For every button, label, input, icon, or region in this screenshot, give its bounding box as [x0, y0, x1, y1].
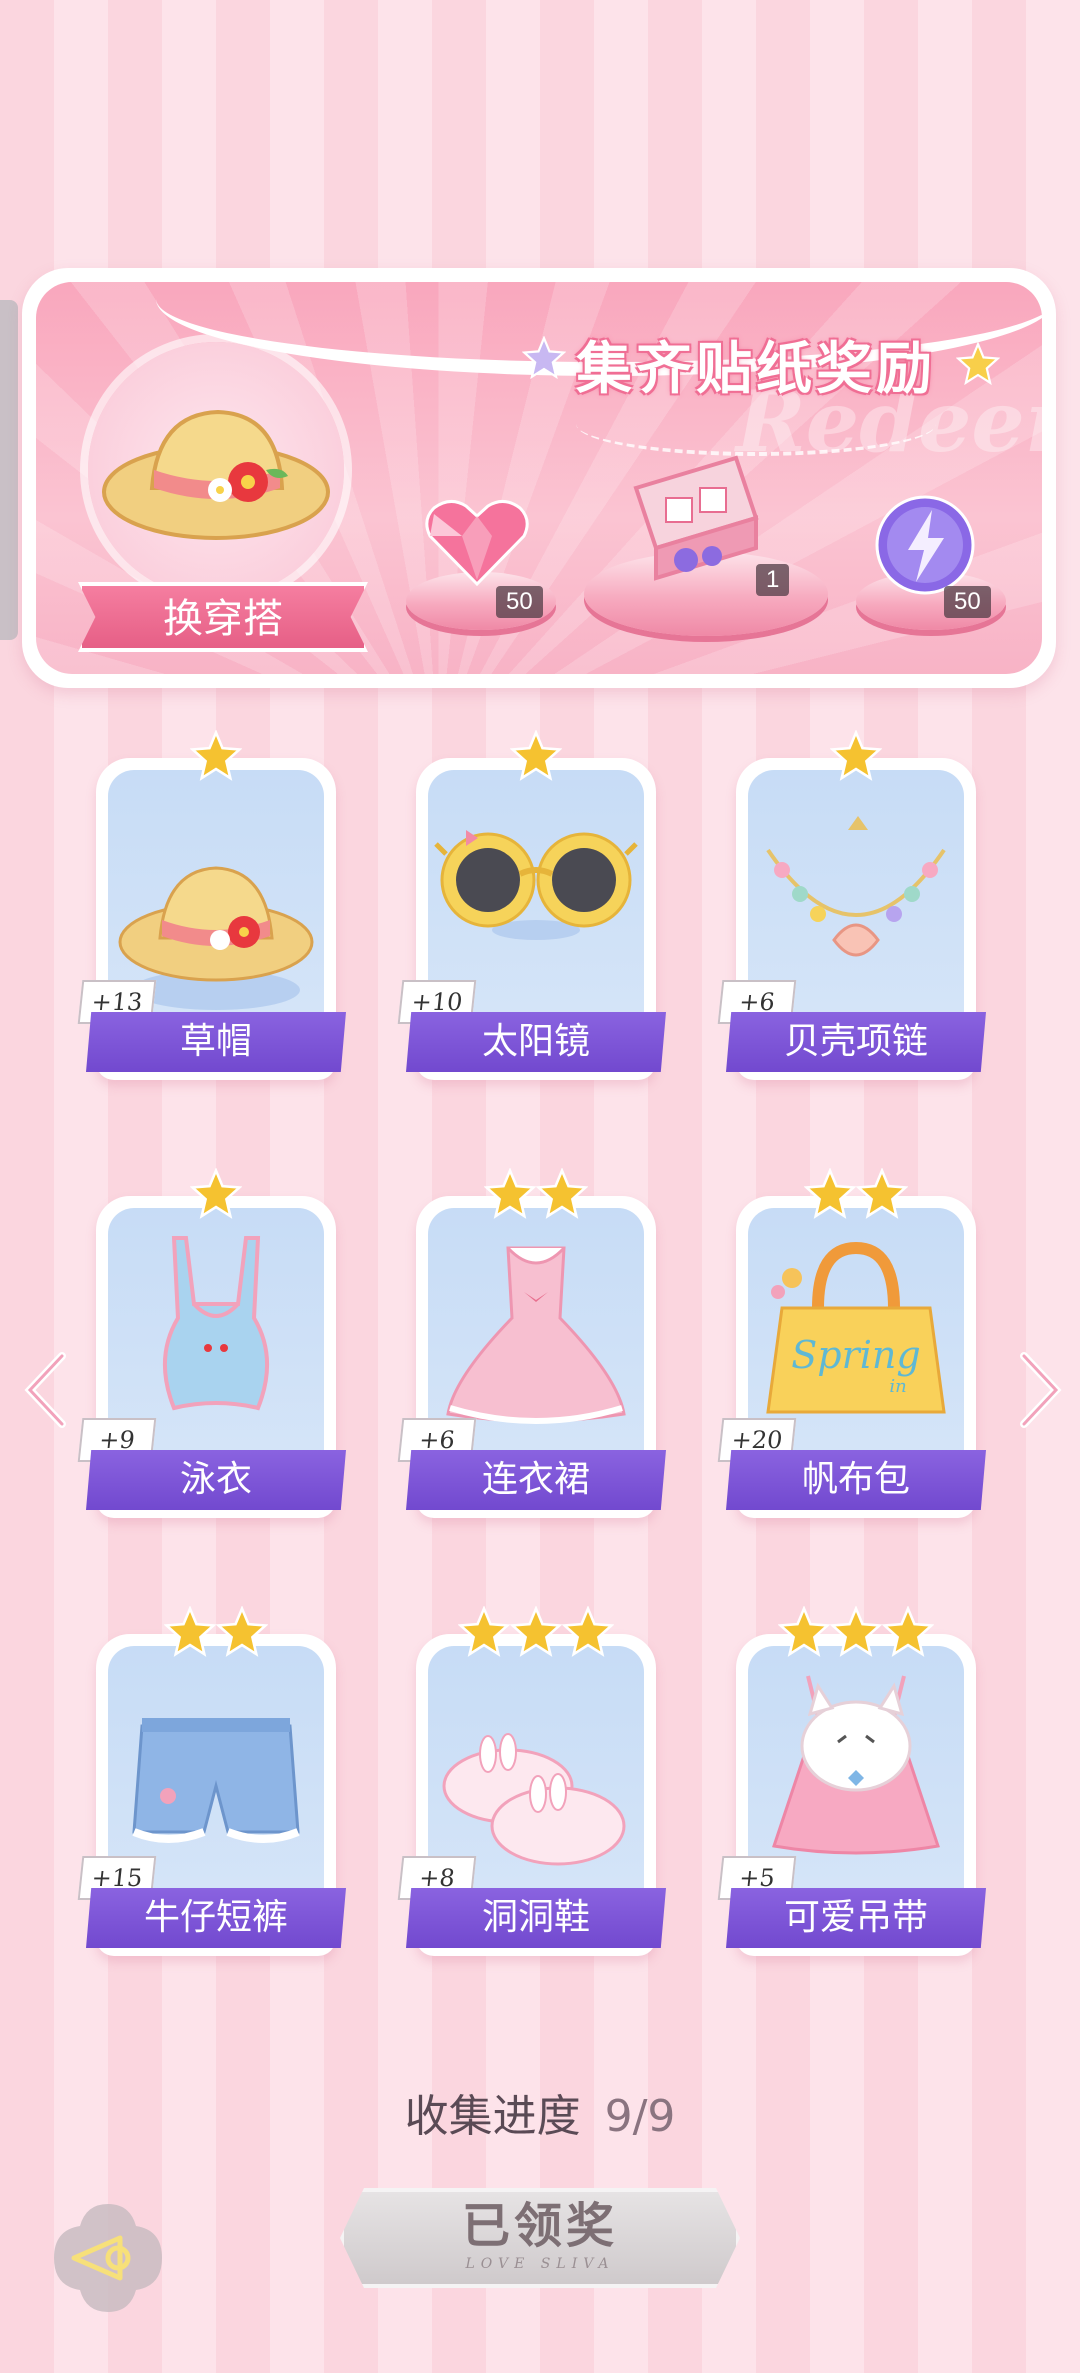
- gold-star-icon: [536, 1168, 588, 1219]
- claim-button-label: 已领奖: [461, 2198, 618, 2254]
- star-rating: [406, 1168, 666, 1224]
- pink-heart-gem-icon[interactable]: [422, 492, 532, 592]
- gold-star-icon: [778, 1606, 830, 1657]
- star-rating: [726, 1168, 986, 1224]
- outfit-preview[interactable]: [88, 342, 344, 598]
- item-name: 泳衣: [86, 1450, 346, 1510]
- star-rating: [86, 1606, 346, 1662]
- gold-star-icon: [190, 730, 242, 781]
- star-rating: [86, 1168, 346, 1224]
- progress-value: 9/9: [604, 2091, 676, 2142]
- gold-star-icon: [830, 1606, 882, 1657]
- energy-orb-icon[interactable]: [870, 490, 980, 600]
- back-arrow-icon[interactable]: [50, 2200, 166, 2316]
- purple-star-icon: [522, 336, 566, 380]
- gift-box-icon[interactable]: [616, 448, 766, 588]
- side-drawer-tab[interactable]: [0, 300, 18, 640]
- star-rating: [406, 730, 666, 786]
- gold-star-icon: [458, 1606, 510, 1657]
- item-name: 可爱吊带: [726, 1888, 986, 1948]
- star-rating: [726, 1606, 986, 1662]
- progress-label: 收集进度: [404, 2091, 581, 2142]
- previous-page-arrow-icon[interactable]: [22, 1350, 72, 1430]
- gold-star-icon: [856, 1168, 908, 1219]
- item-name: 太阳镜: [406, 1012, 666, 1072]
- sticker-card[interactable]: Spring in +20 帆布包: [717, 1168, 986, 1528]
- dashed-arc-decoration: [576, 392, 936, 456]
- gold-star-icon: [830, 730, 882, 781]
- gold-star-icon: [510, 1606, 562, 1657]
- claimed-button[interactable]: 已领奖 LOVE SLIVA: [340, 2188, 740, 2288]
- next-page-arrow-icon[interactable]: [1014, 1350, 1064, 1430]
- sticker-card[interactable]: +10 太阳镜: [397, 730, 666, 1090]
- item-name: 牛仔短裤: [86, 1888, 346, 1948]
- star-rating: [86, 730, 346, 786]
- sticker-card[interactable]: +15 牛仔短裤: [77, 1606, 346, 1966]
- gold-star-icon: [956, 342, 1000, 386]
- gold-star-icon: [190, 1168, 242, 1219]
- claim-button-subtext: LOVE SLIVA: [465, 2256, 615, 2272]
- gold-star-icon: [510, 730, 562, 781]
- gold-star-icon: [882, 1606, 934, 1657]
- star-rating: [726, 730, 986, 786]
- gold-star-icon: [216, 1606, 268, 1657]
- reward-count: 50: [496, 586, 543, 618]
- gold-star-icon: [562, 1606, 614, 1657]
- sticker-card[interactable]: +5 可爱吊带: [717, 1606, 986, 1966]
- banner-background: Redeem 集齐贴纸奖励 换穿搭: [36, 282, 1042, 674]
- bag-print-text: Spring: [791, 1333, 920, 1377]
- star-rating: [406, 1606, 666, 1662]
- item-name: 草帽: [86, 1012, 346, 1072]
- gold-star-icon: [804, 1168, 856, 1219]
- bag-print-subtext: in: [889, 1376, 906, 1397]
- sticker-card[interactable]: +9 泳衣: [77, 1168, 346, 1528]
- item-name: 连衣裙: [406, 1450, 666, 1510]
- item-name: 洞洞鞋: [406, 1888, 666, 1948]
- reward-banner: Redeem 集齐贴纸奖励 换穿搭: [22, 268, 1056, 688]
- reward-count: 50: [944, 586, 991, 618]
- sticker-card[interactable]: +6 贝壳项链: [717, 730, 986, 1090]
- reward-count: 1: [756, 564, 790, 596]
- item-name: 帆布包: [726, 1450, 986, 1510]
- gold-star-icon: [164, 1606, 216, 1657]
- collection-progress: 收集进度 9/9: [0, 2080, 1080, 2144]
- sticker-card[interactable]: +6 连衣裙: [397, 1168, 666, 1528]
- straw-hat-icon: [102, 409, 330, 540]
- gold-star-icon: [484, 1168, 536, 1219]
- sticker-card[interactable]: +13 草帽: [77, 730, 346, 1090]
- sticker-card[interactable]: +8 洞洞鞋: [397, 1606, 666, 1966]
- change-outfit-button[interactable]: 换穿搭: [78, 582, 368, 652]
- item-name: 贝壳项链: [726, 1012, 986, 1072]
